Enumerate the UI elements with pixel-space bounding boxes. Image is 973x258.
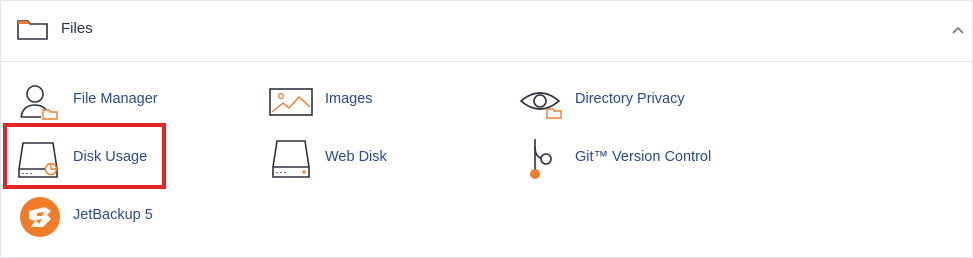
git-branch-icon xyxy=(530,139,552,179)
jetbackup-link[interactable]: JetBackup 5 xyxy=(17,197,177,237)
drive-icon xyxy=(272,140,310,178)
file-manager-label: File Manager xyxy=(73,91,158,107)
chevron-up-icon[interactable] xyxy=(951,25,965,35)
folder-icon xyxy=(17,20,48,40)
web-disk-label: Web Disk xyxy=(325,149,387,165)
directory-privacy-link[interactable]: Directory Privacy xyxy=(519,81,739,121)
file-manager-link[interactable]: File Manager xyxy=(17,81,217,121)
eye-folder-icon xyxy=(519,92,562,119)
disk-usage-highlight-box xyxy=(3,123,166,189)
image-icon xyxy=(269,88,313,116)
files-section-header[interactable]: Files xyxy=(1,1,972,62)
jetbackup-logo-icon xyxy=(20,197,60,237)
section-title: Files xyxy=(61,20,93,37)
directory-privacy-label: Directory Privacy xyxy=(575,91,685,107)
git-version-control-link[interactable]: Git™ Version Control xyxy=(519,139,749,179)
images-link[interactable]: Images xyxy=(269,81,449,121)
web-disk-link[interactable]: Web Disk xyxy=(269,139,429,179)
images-label: Images xyxy=(325,91,373,107)
git-version-control-label: Git™ Version Control xyxy=(575,149,712,165)
jetbackup-label: JetBackup 5 xyxy=(73,207,153,223)
file-manager-icon xyxy=(20,85,58,120)
